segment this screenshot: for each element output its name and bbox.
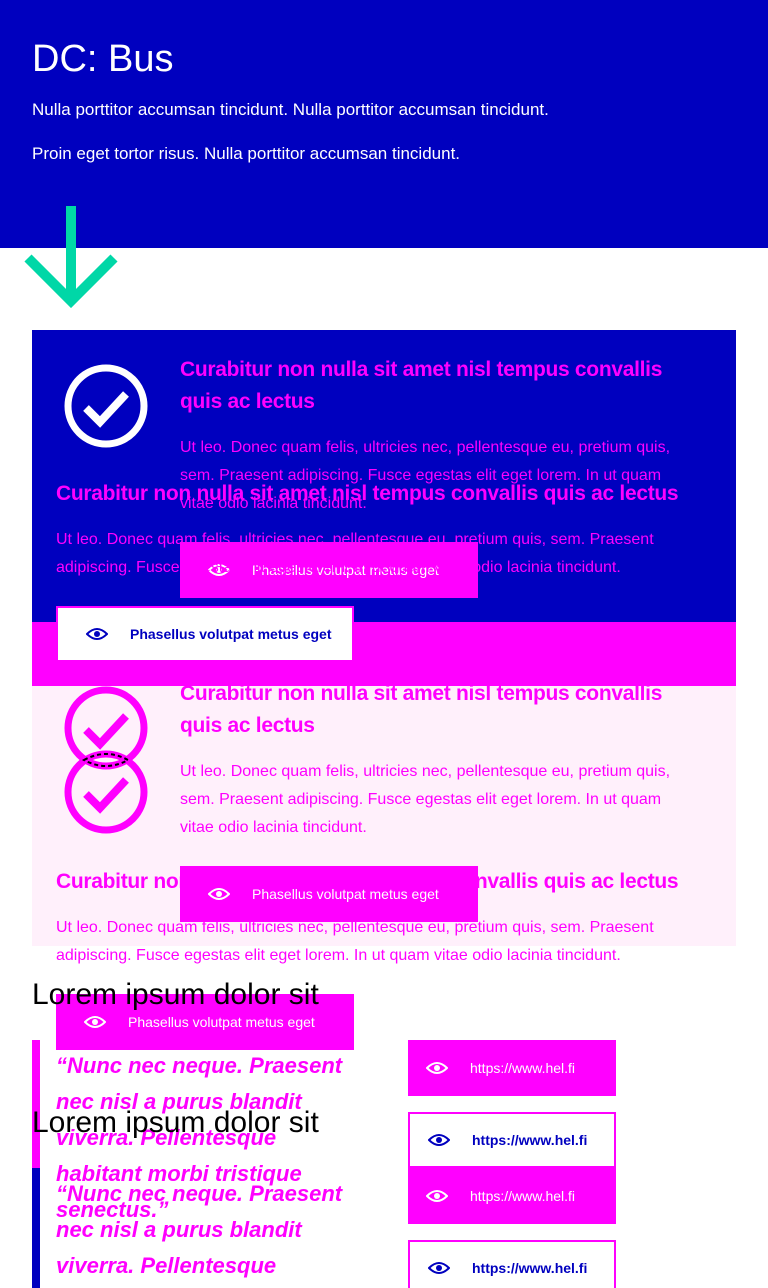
- quote-text: “Nunc nec neque. Praesent nec nisl a pur…: [56, 1176, 366, 1284]
- card-text: Ut leo. Donec quam felis, ultricies nec,…: [56, 914, 736, 970]
- card-text-line: Ut leo. Donec quam felis, ultricies nec,…: [180, 763, 671, 780]
- quote-line: “Nunc nec neque. Praesent: [56, 1053, 343, 1078]
- check-circle-icon: [64, 686, 148, 834]
- quote-bar: [32, 1040, 40, 1168]
- view-button-label: Phasellus volutpat metus eget: [128, 1014, 315, 1030]
- eye-icon: [86, 627, 108, 641]
- card-text: Ut leo. Donec quam felis, ultricies nec,…: [56, 526, 736, 582]
- section-heading: Lorem ipsum dolor sit: [32, 1106, 319, 1139]
- link-button-label: https://www.hel.fi: [470, 1188, 576, 1204]
- eye-icon: [426, 1189, 448, 1203]
- eye-icon: [428, 1133, 450, 1147]
- eye-icon: [84, 1015, 106, 1029]
- card-text-line: adipiscing. Fusce egestas elit eget lore…: [56, 947, 621, 964]
- link-button[interactable]: https://www.hel.fi: [408, 1240, 616, 1288]
- card-title-line: quis ac lectus: [180, 714, 315, 737]
- card-title: Curabitur non nulla sit amet nisl tempus…: [56, 870, 679, 893]
- check-circle-icon: [64, 364, 148, 448]
- section-heading: Lorem ipsum dolor sit: [32, 978, 319, 1011]
- card-text-line: adipiscing. Fusce egestas elit eget lore…: [56, 559, 621, 576]
- card-title-line: Curabitur non nulla sit amet nisl tempus…: [180, 358, 663, 381]
- quote-bar: [32, 1168, 40, 1288]
- card-title: Curabitur non nulla sit amet nisl tempus…: [56, 482, 679, 505]
- eye-icon: [428, 1261, 450, 1275]
- card-text: Ut leo. Donec quam felis, ultricies nec,…: [180, 758, 720, 842]
- view-button[interactable]: Phasellus volutpat metus eget: [56, 606, 354, 662]
- arrow-down-icon: [24, 206, 118, 308]
- link-button-label: https://www.hel.fi: [470, 1060, 576, 1076]
- hero-paragraph: Proin eget tortor risus. Nulla porttitor…: [32, 144, 461, 163]
- quote-line: viverra. Pellentesque: [56, 1253, 277, 1278]
- eye-icon: [426, 1061, 448, 1075]
- link-button[interactable]: https://www.hel.fi: [408, 1040, 616, 1096]
- link-button-label: https://www.hel.fi: [472, 1132, 588, 1148]
- card-text-line: Ut leo. Donec quam felis, ultricies nec,…: [56, 919, 654, 936]
- card-title-line: Curabitur non nulla sit amet nisl tempus…: [180, 682, 663, 705]
- card-text-line: sem. Praesent adipiscing. Fusce egestas …: [180, 791, 662, 808]
- card-title-line: quis ac lectus: [180, 390, 315, 413]
- link-button[interactable]: https://www.hel.fi: [408, 1112, 616, 1168]
- card-title: Curabitur non nulla sit amet nisl tempus…: [180, 678, 720, 742]
- link-button-label: https://www.hel.fi: [472, 1260, 588, 1276]
- view-button-label: Phasellus volutpat metus eget: [130, 626, 332, 642]
- card-text-line: vitae odio lacinia tincidunt.: [180, 819, 367, 836]
- quote-line: nec nisl a purus blandit: [56, 1217, 302, 1242]
- card-title: Curabitur non nulla sit amet nisl tempus…: [180, 354, 720, 418]
- card-text-line: Ut leo. Donec quam felis, ultricies nec,…: [180, 439, 671, 456]
- link-button[interactable]: https://www.hel.fi: [408, 1168, 616, 1224]
- page-title: DC: Bus: [32, 38, 174, 80]
- card-text-line: Ut leo. Donec quam felis, ultricies nec,…: [56, 531, 654, 548]
- hero-paragraph: Nulla porttitor accumsan tincidunt. Null…: [32, 100, 549, 119]
- quote-line: “Nunc nec neque. Praesent: [56, 1181, 343, 1206]
